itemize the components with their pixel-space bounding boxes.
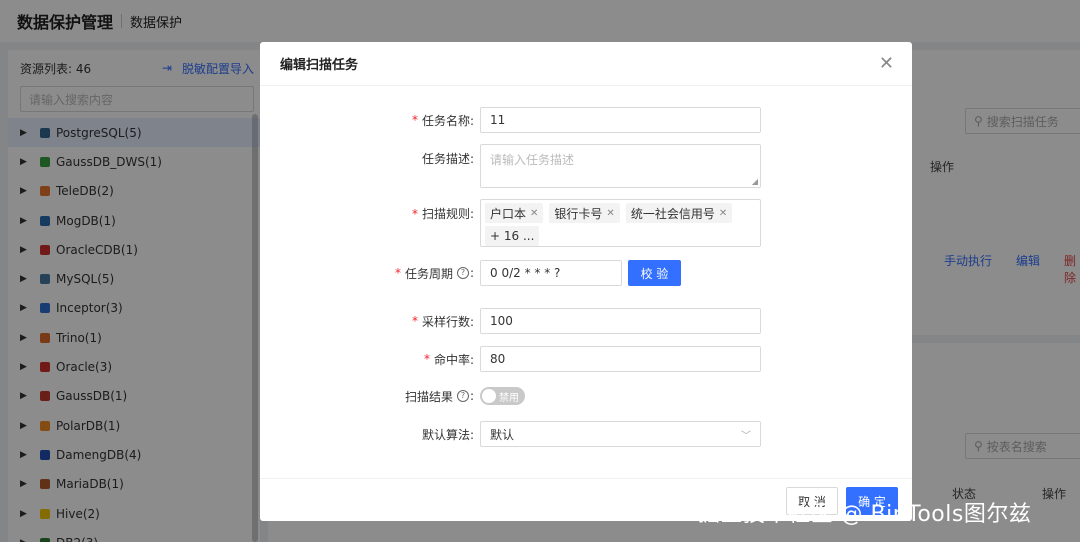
toggle-knob	[482, 389, 496, 403]
default-algo-select[interactable]: 默认 ﹀	[480, 421, 761, 447]
chevron-down-icon: ﹀	[741, 430, 751, 442]
help-icon[interactable]: ?	[456, 390, 469, 402]
hit-rate-label-wrap: * 命中率:	[260, 351, 480, 368]
sample-rows-label-wrap: * 采样行数:	[260, 313, 480, 330]
rule-tag-label: 银行卡号	[554, 206, 603, 221]
sample-rows-row: * 采样行数: 100	[260, 308, 912, 334]
task-desc-textarea[interactable]: 请输入任务描述 ◢	[480, 144, 761, 188]
task-cycle-label-wrap: * 任务周期 ? :	[260, 265, 480, 282]
hit-rate-input[interactable]: 80	[480, 346, 761, 372]
scan-rules-label-wrap: * 扫描规则:	[260, 199, 480, 222]
rule-tag-label: 户口本	[490, 206, 527, 221]
required-mark: *	[411, 314, 418, 328]
task-name-input[interactable]: 11	[480, 107, 761, 133]
hit-rate-label: 命中率:	[433, 352, 474, 367]
default-algo-value: 默认	[490, 427, 515, 442]
task-name-label: 任务名称:	[421, 113, 474, 128]
close-icon[interactable]: ✕	[879, 54, 894, 73]
required-mark: *	[411, 113, 418, 127]
close-icon[interactable]: ✕	[606, 208, 614, 219]
task-desc-placeholder: 请输入任务描述	[490, 153, 575, 167]
close-icon[interactable]: ✕	[530, 208, 538, 219]
task-name-label-wrap: * 任务名称:	[260, 112, 480, 129]
rule-tag: 银行卡号 ✕	[549, 203, 620, 223]
required-mark: *	[411, 206, 418, 221]
dialog-title: 编辑扫描任务	[280, 58, 359, 73]
scan-rules-select[interactable]: 户口本 ✕ 银行卡号 ✕ 统一社会信用号 ✕ + 16 ...	[480, 199, 761, 247]
default-algo-row: 默认算法: 默认 ﹀	[260, 421, 912, 447]
hit-rate-row: * 命中率: 80	[260, 346, 912, 372]
required-mark: *	[423, 352, 430, 366]
rule-more-tag[interactable]: + 16 ...	[485, 226, 540, 246]
edit-scan-task-dialog: 编辑扫描任务 ✕ * 任务名称: 11 任务描述: 请输入任务描述 ◢ * 扫描…	[260, 42, 912, 521]
help-icon[interactable]: ?	[456, 267, 469, 279]
verify-button[interactable]: 校 验	[628, 260, 681, 286]
task-name-row: * 任务名称: 11	[260, 107, 912, 133]
scan-result-label: 扫描结果	[404, 389, 453, 404]
required-mark: *	[394, 266, 401, 280]
scan-result-label-wrap: 扫描结果 ? :	[260, 388, 480, 405]
label-colon: :	[469, 266, 474, 280]
task-desc-label: 任务描述:	[421, 152, 474, 166]
task-cycle-label: 任务周期	[404, 266, 453, 281]
scan-rules-row: * 扫描规则: 户口本 ✕ 银行卡号 ✕ 统一社会信用号 ✕ + 16 ...	[260, 199, 912, 247]
dialog-header: 编辑扫描任务 ✕	[260, 42, 912, 86]
task-desc-row: 任务描述: 请输入任务描述 ◢	[260, 144, 912, 188]
rule-tag: 户口本 ✕	[485, 203, 544, 223]
toggle-label: 禁用	[499, 392, 519, 404]
task-desc-label-wrap: 任务描述:	[260, 144, 480, 167]
resize-handle-icon[interactable]: ◢	[752, 177, 758, 186]
watermark-text: 掘金技术社区 @ BinTools图尔兹	[698, 502, 1032, 527]
default-algo-label: 默认算法:	[421, 427, 474, 442]
task-cycle-input[interactable]: 0 0/2 * * * ?	[480, 260, 622, 286]
label-colon: :	[469, 389, 474, 403]
sample-rows-label: 采样行数:	[421, 314, 474, 329]
close-icon[interactable]: ✕	[719, 208, 727, 219]
scan-result-toggle[interactable]: 禁用	[480, 387, 525, 405]
rule-tag-label: 统一社会信用号	[630, 206, 715, 221]
sample-rows-input[interactable]: 100	[480, 308, 761, 334]
rule-tag: 统一社会信用号 ✕	[625, 203, 733, 223]
task-cycle-row: * 任务周期 ? : 0 0/2 * * * ? 校 验	[260, 260, 912, 286]
scan-rules-label: 扫描规则:	[421, 207, 474, 221]
scan-result-row: 扫描结果 ? : 禁用	[260, 387, 912, 405]
default-algo-label-wrap: 默认算法:	[260, 426, 480, 443]
